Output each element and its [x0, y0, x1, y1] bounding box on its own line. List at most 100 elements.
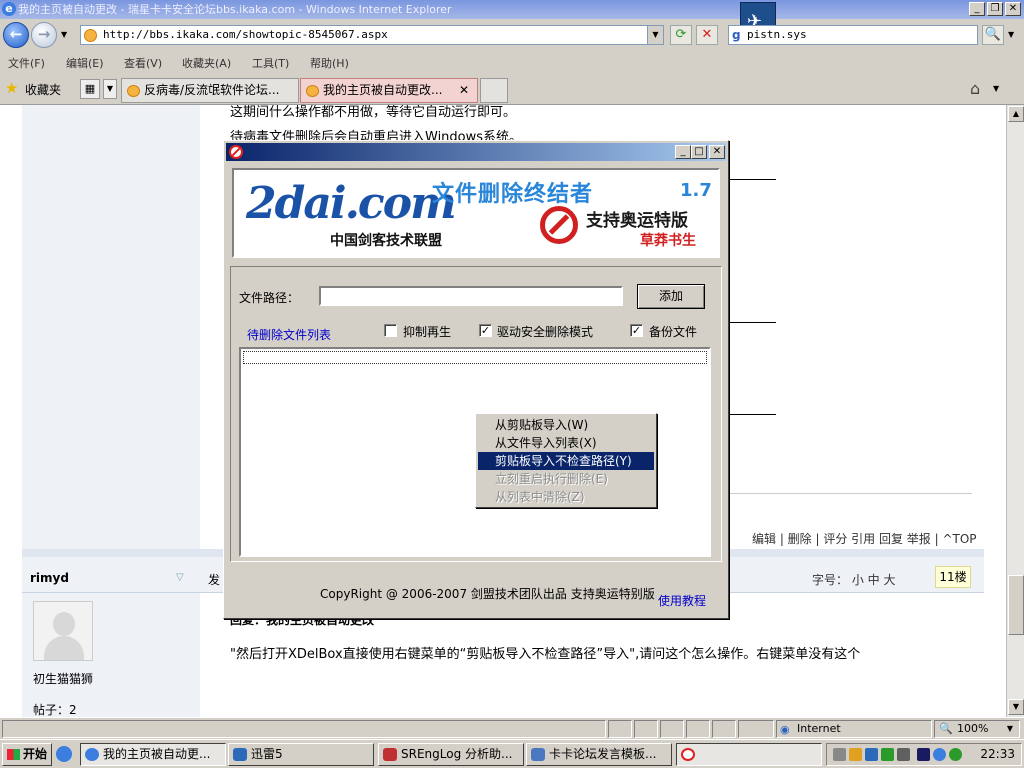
banner-title: 文件删除终结者 — [432, 182, 594, 207]
menu-item-import-file[interactable]: 从文件导入列表(X) — [478, 434, 654, 452]
tab-antivirus-forum[interactable]: 反病毒/反流氓软件论坛... — [121, 78, 299, 103]
post-username[interactable]: rimyd — [30, 571, 69, 585]
checkbox-suppress-regen-label[interactable]: 抑制再生 — [403, 323, 451, 340]
checkbox-suppress-regen[interactable] — [384, 324, 397, 337]
address-url[interactable]: http://bbs.ikaka.com/showtopic-8545067.a… — [103, 28, 388, 41]
thunder-icon — [233, 748, 247, 761]
zoom-control[interactable]: 🔍 100% ▼ — [934, 720, 1020, 738]
new-tab-button[interactable] — [480, 78, 508, 103]
scroll-thumb[interactable] — [1008, 575, 1024, 635]
add-button[interactable]: 添加 — [637, 284, 705, 309]
menu-item-reboot-delete: 立刻重启执行删除(E) — [495, 472, 608, 486]
minimize-icon[interactable]: _ — [969, 2, 985, 16]
tab-list-icon[interactable]: ▼ — [103, 79, 117, 99]
stop-button[interactable]: ✕ — [696, 25, 718, 45]
menu-file[interactable]: 文件(F) — [8, 55, 45, 71]
task-label: 卡卡论坛发言模板... — [549, 747, 657, 761]
menu-item-import-clipboard[interactable]: 从剪贴板导入(W) — [478, 416, 654, 434]
list-focus-row[interactable] — [243, 351, 707, 364]
checkbox-backup-label[interactable]: 备份文件 — [649, 323, 697, 340]
scroll-up-icon[interactable]: ▲ — [1008, 106, 1024, 122]
vertical-scrollbar[interactable]: ▲ ▼ — [1006, 105, 1024, 717]
windows-logo-icon — [7, 749, 20, 760]
xdelbox-icon — [681, 748, 695, 761]
home-dropdown-icon[interactable]: ▼ — [993, 84, 999, 93]
status-bar: ◉ Internet 🔍 100% ▼ — [0, 717, 1024, 739]
address-bar[interactable]: http://bbs.ikaka.com/showtopic-8545067.a… — [80, 25, 664, 45]
status-cell — [634, 720, 658, 738]
zone-label: Internet — [797, 722, 841, 735]
user-menu-icon[interactable]: ▽ — [176, 572, 184, 583]
banner-org: 中国剑客技术联盟 — [330, 233, 442, 249]
address-toolbar: ← → ▼ http://bbs.ikaka.com/showtopic-854… — [0, 2, 1024, 52]
clock[interactable]: 22:33 — [980, 747, 1015, 761]
menu-help[interactable]: 帮助(H) — [310, 55, 349, 71]
tray-update-icon[interactable] — [949, 748, 962, 761]
post-actions[interactable]: 编辑 | 删除 | 评分 引用 回复 举报 | ^TOP — [752, 530, 977, 547]
security-zone[interactable]: ◉ Internet — [776, 720, 932, 738]
quick-tabs-icon[interactable]: ▦ — [80, 79, 100, 99]
status-cell — [712, 720, 736, 738]
home-icon[interactable]: ⌂ — [970, 79, 980, 98]
refresh-button[interactable]: ⟳ — [670, 25, 692, 45]
checkbox-driver-mode[interactable]: ✓ — [479, 324, 492, 337]
tab-homepage-changed[interactable]: 我的主页被自动更改... ✕ — [300, 78, 478, 103]
favorites-star-icon[interactable]: ★ — [5, 79, 18, 97]
user-rank: 初生猫猫狮 — [33, 672, 94, 686]
task-thunder[interactable]: 迅雷5 — [228, 743, 374, 766]
forward-button[interactable]: → — [31, 22, 57, 48]
dialog-close-icon[interactable]: ✕ — [709, 145, 725, 159]
tab-label: 反病毒/反流氓软件论坛... — [144, 83, 280, 97]
menu-view[interactable]: 查看(V) — [124, 55, 162, 71]
menu-bar: 文件(F) 编辑(E) 查看(V) 收藏夹(A) 工具(T) 帮助(H) — [0, 52, 1024, 72]
tab-bar: ★ 收藏夹 ▦ ▼ 反病毒/反流氓软件论坛... 我的主页被自动更改... ✕ … — [0, 72, 1024, 105]
tray-network-icon[interactable] — [933, 748, 946, 761]
menu-tools[interactable]: 工具(T) — [252, 55, 289, 71]
menu-edit[interactable]: 编辑(E) — [66, 55, 104, 71]
search-options-icon[interactable]: ▼ — [1008, 30, 1014, 39]
menu-favorites[interactable]: 收藏夹(A) — [182, 55, 231, 71]
checkbox-driver-mode-label[interactable]: 驱动安全删除模式 — [497, 323, 593, 340]
search-box[interactable]: g pistn.sys — [728, 25, 978, 45]
dialog-title-bar[interactable]: _ □ ✕ — [226, 143, 726, 161]
history-dropdown-icon[interactable]: ▼ — [61, 30, 67, 39]
font-size-selector[interactable]: 字号： 小 中 大 — [812, 571, 895, 588]
tray-volume-icon[interactable] — [897, 748, 910, 761]
app-banner: 2dai.com 中国剑客技术联盟 文件删除终结者 1.7 支持奥运特版 草莽书… — [232, 168, 720, 258]
quick-launch-ie-icon[interactable] — [56, 746, 72, 762]
tray-shield-icon[interactable] — [881, 748, 894, 761]
task-ie-window[interactable]: 我的主页被自动更... — [80, 743, 226, 766]
dialog-maximize-icon[interactable]: □ — [691, 145, 707, 159]
tray-thunder-icon[interactable] — [865, 748, 878, 761]
task-xdelbox[interactable] — [676, 743, 822, 766]
search-button[interactable]: 🔍 — [982, 25, 1004, 45]
file-path-input[interactable] — [319, 286, 623, 306]
tray-display-icon[interactable] — [917, 748, 930, 761]
menu-item-clear-list: 从列表中清除(Z) — [495, 490, 585, 504]
status-cell — [608, 720, 632, 738]
xdelbox-window: _ □ ✕ 2dai.com 中国剑客技术联盟 文件删除终结者 1.7 支持奥运… — [223, 140, 729, 619]
floor-badge: 11楼 — [935, 566, 971, 588]
scroll-down-icon[interactable]: ▼ — [1008, 699, 1024, 715]
task-kaka-template[interactable]: 卡卡论坛发言模板... — [526, 743, 672, 766]
favorites-label[interactable]: 收藏夹 — [25, 81, 61, 98]
restore-icon[interactable]: ❐ — [987, 2, 1003, 16]
task-srenglog[interactable]: SREngLog 分析助... — [378, 743, 524, 766]
tab-close-icon[interactable]: ✕ — [459, 79, 469, 102]
start-button[interactable]: 开始 — [2, 743, 52, 766]
tray-keyboard-icon[interactable] — [833, 748, 846, 761]
start-label: 开始 — [23, 747, 48, 761]
ie-icon: e — [2, 2, 16, 16]
checkbox-backup[interactable]: ✓ — [630, 324, 643, 337]
menu-item-import-no-check[interactable]: 剪贴板导入不检查路径(Y) — [478, 452, 654, 470]
search-input[interactable]: pistn.sys — [747, 28, 807, 41]
browser-title-bar: e 我的主页被自动更改 - 瑞星卡卡安全论坛bbs.ikaka.com - Wi… — [0, 0, 1024, 19]
tutorial-link[interactable]: 使用教程 — [658, 592, 706, 609]
back-button[interactable]: ← — [3, 22, 29, 48]
dialog-minimize-icon[interactable]: _ — [675, 145, 691, 159]
close-icon[interactable]: ✕ — [1005, 2, 1021, 16]
address-dropdown-icon[interactable]: ▼ — [647, 26, 663, 44]
tab-favicon — [306, 85, 319, 97]
tray-qq-icon[interactable] — [849, 748, 862, 761]
pending-files-label[interactable]: 待删除文件列表 — [247, 326, 331, 343]
